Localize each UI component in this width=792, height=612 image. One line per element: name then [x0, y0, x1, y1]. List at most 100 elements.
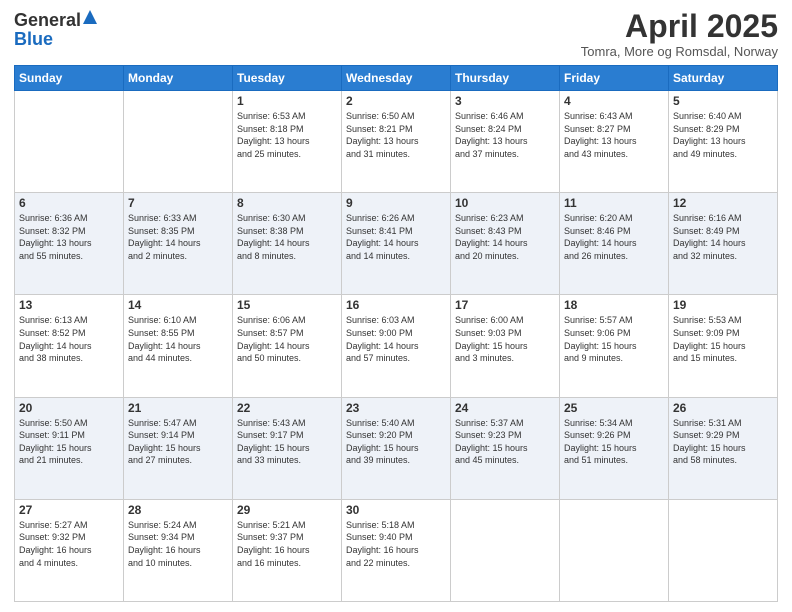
day-number: 21: [128, 401, 228, 415]
day-number: 3: [455, 94, 555, 108]
table-row: [669, 499, 778, 601]
day-number: 30: [346, 503, 446, 517]
cell-content: Sunrise: 6:00 AM Sunset: 9:03 PM Dayligh…: [455, 314, 555, 364]
table-row: 16 Sunrise: 6:03 AM Sunset: 9:00 PM Dayli…: [342, 295, 451, 397]
logo: General Blue: [14, 10, 97, 50]
table-row: [560, 499, 669, 601]
day-number: 15: [237, 298, 337, 312]
table-row: 24 Sunrise: 5:37 AM Sunset: 9:23 PM Dayli…: [451, 397, 560, 499]
cell-content: Sunrise: 6:43 AM Sunset: 8:27 PM Dayligh…: [564, 110, 664, 160]
table-row: 27 Sunrise: 5:27 AM Sunset: 9:32 PM Dayli…: [15, 499, 124, 601]
logo-triangle-icon: [83, 10, 97, 24]
cell-content: Sunrise: 5:27 AM Sunset: 9:32 PM Dayligh…: [19, 519, 119, 569]
cell-content: Sunrise: 5:31 AM Sunset: 9:29 PM Dayligh…: [673, 417, 773, 467]
calendar-week-3: 13 Sunrise: 6:13 AM Sunset: 8:52 PM Dayli…: [15, 295, 778, 397]
header-right: April 2025 Tomra, More og Romsdal, Norwa…: [581, 10, 778, 59]
table-row: 30 Sunrise: 5:18 AM Sunset: 9:40 PM Dayli…: [342, 499, 451, 601]
cell-content: Sunrise: 5:47 AM Sunset: 9:14 PM Dayligh…: [128, 417, 228, 467]
col-saturday: Saturday: [669, 66, 778, 91]
day-number: 16: [346, 298, 446, 312]
cell-content: Sunrise: 5:34 AM Sunset: 9:26 PM Dayligh…: [564, 417, 664, 467]
cell-content: Sunrise: 6:16 AM Sunset: 8:49 PM Dayligh…: [673, 212, 773, 262]
table-row: 17Sunrise: 6:00 AM Sunset: 9:03 PM Dayli…: [451, 295, 560, 397]
month-title: April 2025: [581, 10, 778, 42]
cell-content: Sunrise: 6:36 AM Sunset: 8:32 PM Dayligh…: [19, 212, 119, 262]
table-row: 13 Sunrise: 6:13 AM Sunset: 8:52 PM Dayli…: [15, 295, 124, 397]
day-number: 11: [564, 196, 664, 210]
logo-text: General Blue: [14, 10, 97, 50]
table-row: 6 Sunrise: 6:36 AM Sunset: 8:32 PM Daylig…: [15, 193, 124, 295]
day-number: 2: [346, 94, 446, 108]
day-number: 18: [564, 298, 664, 312]
day-number: 12: [673, 196, 773, 210]
table-row: 4Sunrise: 6:43 AM Sunset: 8:27 PM Daylig…: [560, 91, 669, 193]
table-row: 14 Sunrise: 6:10 AM Sunset: 8:55 PM Dayli…: [124, 295, 233, 397]
cell-content: Sunrise: 6:30 AM Sunset: 8:38 PM Dayligh…: [237, 212, 337, 262]
table-row: 18 Sunrise: 5:57 AM Sunset: 9:06 PM Dayli…: [560, 295, 669, 397]
cell-content: Sunrise: 6:53 AM Sunset: 8:18 PM Dayligh…: [237, 110, 337, 160]
table-row: [124, 91, 233, 193]
day-number: 24: [455, 401, 555, 415]
day-number: 22: [237, 401, 337, 415]
page: General Blue April 2025 Tomra, More og R…: [0, 0, 792, 612]
table-row: 26 Sunrise: 5:31 AM Sunset: 9:29 PM Dayli…: [669, 397, 778, 499]
cell-content: Sunrise: 6:46 AM Sunset: 8:24 PM Dayligh…: [455, 110, 555, 160]
cell-content: Sunrise: 6:26 AM Sunset: 8:41 PM Dayligh…: [346, 212, 446, 262]
day-number: 7: [128, 196, 228, 210]
table-row: 15 Sunrise: 6:06 AM Sunset: 8:57 PM Dayli…: [233, 295, 342, 397]
day-number: 14: [128, 298, 228, 312]
header: General Blue April 2025 Tomra, More og R…: [14, 10, 778, 59]
col-sunday: Sunday: [15, 66, 124, 91]
table-row: 2Sunrise: 6:50 AM Sunset: 8:21 PM Daylig…: [342, 91, 451, 193]
day-number: 9: [346, 196, 446, 210]
day-number: 8: [237, 196, 337, 210]
calendar-week-4: 20Sunrise: 5:50 AM Sunset: 9:11 PM Dayli…: [15, 397, 778, 499]
table-row: 11 Sunrise: 6:20 AM Sunset: 8:46 PM Dayli…: [560, 193, 669, 295]
day-number: 6: [19, 196, 119, 210]
table-row: 19 Sunrise: 5:53 AM Sunset: 9:09 PM Dayli…: [669, 295, 778, 397]
table-row: 28Sunrise: 5:24 AM Sunset: 9:34 PM Dayli…: [124, 499, 233, 601]
col-friday: Friday: [560, 66, 669, 91]
day-number: 26: [673, 401, 773, 415]
day-number: 10: [455, 196, 555, 210]
table-row: 20Sunrise: 5:50 AM Sunset: 9:11 PM Dayli…: [15, 397, 124, 499]
cell-content: Sunrise: 5:37 AM Sunset: 9:23 PM Dayligh…: [455, 417, 555, 467]
cell-content: Sunrise: 6:03 AM Sunset: 9:00 PM Dayligh…: [346, 314, 446, 364]
cell-content: Sunrise: 5:53 AM Sunset: 9:09 PM Dayligh…: [673, 314, 773, 364]
day-number: 5: [673, 94, 773, 108]
table-row: 12 Sunrise: 6:16 AM Sunset: 8:49 PM Dayli…: [669, 193, 778, 295]
cell-content: Sunrise: 6:40 AM Sunset: 8:29 PM Dayligh…: [673, 110, 773, 160]
col-monday: Monday: [124, 66, 233, 91]
table-row: 29Sunrise: 5:21 AM Sunset: 9:37 PM Dayli…: [233, 499, 342, 601]
cell-content: Sunrise: 6:10 AM Sunset: 8:55 PM Dayligh…: [128, 314, 228, 364]
day-number: 25: [564, 401, 664, 415]
calendar-week-5: 27 Sunrise: 5:27 AM Sunset: 9:32 PM Dayli…: [15, 499, 778, 601]
table-row: 22Sunrise: 5:43 AM Sunset: 9:17 PM Dayli…: [233, 397, 342, 499]
logo-blue: Blue: [14, 29, 97, 50]
table-row: [451, 499, 560, 601]
cell-content: Sunrise: 6:06 AM Sunset: 8:57 PM Dayligh…: [237, 314, 337, 364]
day-number: 29: [237, 503, 337, 517]
table-row: 23 Sunrise: 5:40 AM Sunset: 9:20 PM Dayli…: [342, 397, 451, 499]
table-row: 1 Sunrise: 6:53 AM Sunset: 8:18 PM Daylig…: [233, 91, 342, 193]
cell-content: Sunrise: 5:40 AM Sunset: 9:20 PM Dayligh…: [346, 417, 446, 467]
col-tuesday: Tuesday: [233, 66, 342, 91]
table-row: 3 Sunrise: 6:46 AM Sunset: 8:24 PM Daylig…: [451, 91, 560, 193]
day-number: 27: [19, 503, 119, 517]
cell-content: Sunrise: 6:20 AM Sunset: 8:46 PM Dayligh…: [564, 212, 664, 262]
table-row: 9 Sunrise: 6:26 AM Sunset: 8:41 PM Daylig…: [342, 193, 451, 295]
table-row: 8 Sunrise: 6:30 AM Sunset: 8:38 PM Daylig…: [233, 193, 342, 295]
day-number: 13: [19, 298, 119, 312]
table-row: 25 Sunrise: 5:34 AM Sunset: 9:26 PM Dayli…: [560, 397, 669, 499]
cell-content: Sunrise: 5:57 AM Sunset: 9:06 PM Dayligh…: [564, 314, 664, 364]
cell-content: Sunrise: 5:18 AM Sunset: 9:40 PM Dayligh…: [346, 519, 446, 569]
day-number: 19: [673, 298, 773, 312]
table-row: 7 Sunrise: 6:33 AM Sunset: 8:35 PM Daylig…: [124, 193, 233, 295]
calendar-week-2: 6 Sunrise: 6:36 AM Sunset: 8:32 PM Daylig…: [15, 193, 778, 295]
cell-content: Sunrise: 6:13 AM Sunset: 8:52 PM Dayligh…: [19, 314, 119, 364]
cell-content: Sunrise: 6:33 AM Sunset: 8:35 PM Dayligh…: [128, 212, 228, 262]
calendar-table: Sunday Monday Tuesday Wednesday Thursday…: [14, 65, 778, 602]
day-number: 1: [237, 94, 337, 108]
table-row: [15, 91, 124, 193]
day-number: 23: [346, 401, 446, 415]
